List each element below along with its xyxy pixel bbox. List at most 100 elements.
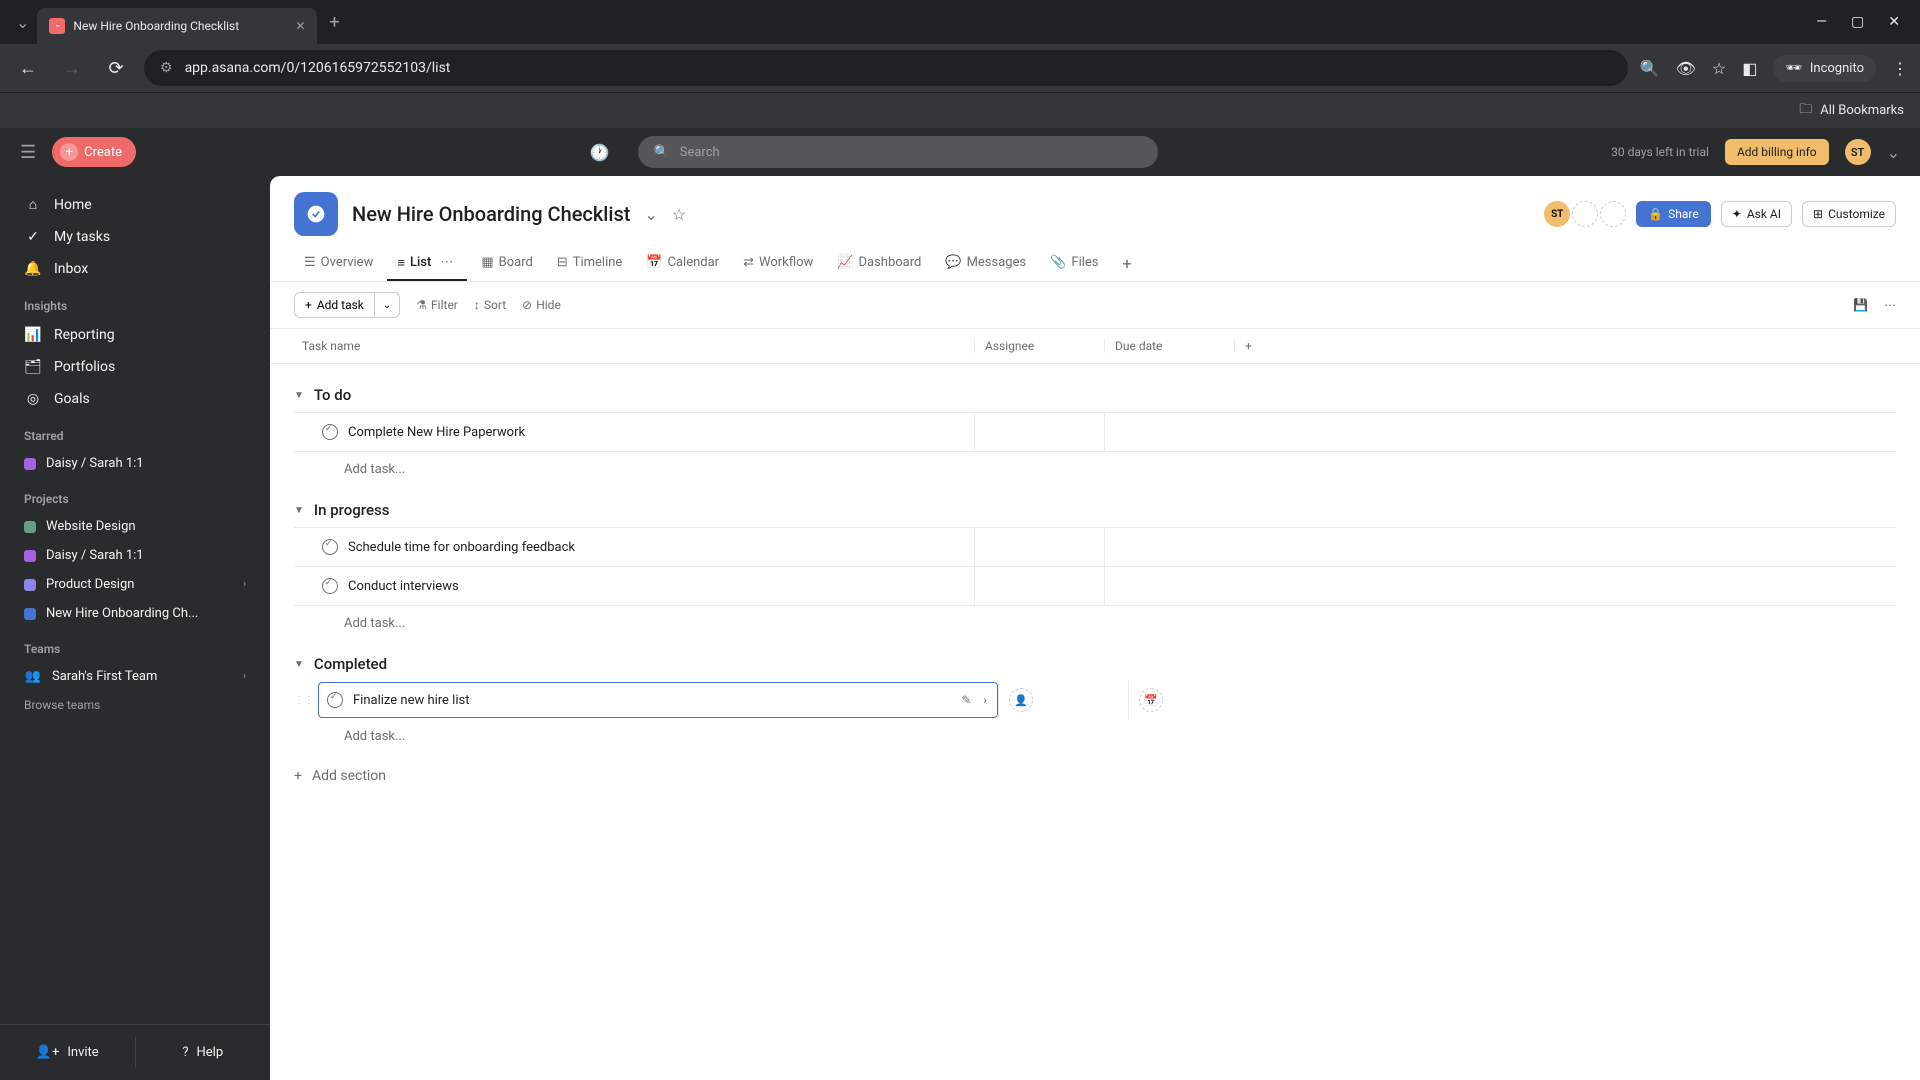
complete-task-checkbox[interactable] (327, 692, 343, 708)
task-name[interactable]: Complete New Hire Paperwork (348, 425, 525, 440)
tab-calendar[interactable]: 📅Calendar (636, 246, 729, 281)
due-date-cell[interactable] (1104, 567, 1234, 605)
invite-button[interactable]: 👤+ Invite (0, 1037, 136, 1068)
close-window-icon[interactable]: ✕ (1888, 14, 1900, 30)
add-member-placeholder[interactable] (1572, 201, 1598, 227)
hamburger-icon[interactable]: ☰ (20, 142, 36, 163)
browse-teams-link[interactable]: Browse teams (0, 691, 270, 719)
task-name[interactable]: Schedule time for onboarding feedback (348, 540, 575, 555)
project-title[interactable]: New Hire Onboarding Checklist (352, 202, 630, 226)
incognito-badge[interactable]: 🕶 Incognito (1773, 55, 1876, 82)
add-member-placeholder[interactable] (1600, 201, 1626, 227)
ask-ai-button[interactable]: ✦ Ask AI (1721, 201, 1792, 227)
section-header-todo[interactable]: ▼ To do (294, 372, 1896, 412)
forward-button[interactable]: → (56, 52, 88, 84)
add-task-row[interactable]: Add task... (294, 606, 1896, 641)
eye-off-icon[interactable]: 👁 (1676, 59, 1696, 78)
complete-task-checkbox[interactable] (322, 578, 338, 594)
star-icon[interactable]: ☆ (672, 205, 686, 224)
history-icon[interactable]: 🕐 (590, 143, 610, 162)
create-button[interactable]: + Create (52, 137, 136, 167)
tab-dashboard[interactable]: 📈Dashboard (827, 246, 931, 281)
assignee-cell[interactable]: 👤 (998, 681, 1128, 719)
bookmark-star-icon[interactable]: ☆ (1712, 59, 1726, 78)
assignee-cell[interactable] (974, 413, 1104, 451)
project-item-active[interactable]: New Hire Onboarding Ch... (0, 599, 270, 628)
add-tab-button[interactable]: + (1113, 246, 1142, 281)
billing-button[interactable]: Add billing info (1725, 139, 1829, 165)
share-button[interactable]: 🔒 Share (1636, 201, 1711, 227)
section-header-completed[interactable]: ▼ Completed (294, 641, 1896, 681)
details-chevron-icon[interactable]: › (983, 693, 987, 707)
sort-button[interactable]: ↕Sort (474, 298, 506, 312)
chevron-down-icon[interactable]: ⌄ (644, 205, 657, 224)
complete-task-checkbox[interactable] (322, 539, 338, 555)
due-date-cell[interactable]: 📅 (1128, 681, 1258, 719)
sidebar-item-home[interactable]: ⌂ Home (0, 188, 270, 221)
sidebar-item-reporting[interactable]: 📊 Reporting (0, 319, 270, 351)
tab-messages[interactable]: 💬Messages (935, 246, 1036, 281)
back-button[interactable]: ← (12, 52, 44, 84)
tab-close-icon[interactable]: ✕ (295, 19, 305, 33)
drag-handle-icon[interactable]: ⋮⋮ (294, 695, 318, 706)
sidebar-item-inbox[interactable]: 🔔 Inbox (0, 253, 270, 285)
customize-button[interactable]: ⊞ Customize (1802, 201, 1896, 227)
maximize-icon[interactable]: ▢ (1851, 14, 1864, 30)
task-name[interactable]: Conduct interviews (348, 579, 459, 594)
task-row[interactable]: Schedule time for onboarding feedback (294, 527, 1896, 567)
site-settings-icon[interactable]: ⚙ (160, 60, 173, 76)
tab-board[interactable]: ▦Board (471, 246, 543, 281)
add-task-row[interactable]: Add task... (294, 719, 1896, 754)
project-item[interactable]: Daisy / Sarah 1:1 (0, 541, 270, 570)
side-panel-icon[interactable]: ◧ (1742, 59, 1757, 78)
avatar-chevron-icon[interactable]: ⌄ (1887, 143, 1900, 162)
section-header-inprogress[interactable]: ▼ In progress (294, 487, 1896, 527)
column-task-name[interactable]: Task name (294, 339, 974, 353)
add-section-button[interactable]: + Add section (294, 754, 1896, 798)
sidebar-item-mytasks[interactable]: ✓ My tasks (0, 221, 270, 253)
assignee-cell[interactable] (974, 528, 1104, 566)
tab-workflow[interactable]: ⇄Workflow (733, 246, 823, 281)
tab-timeline[interactable]: ⊟Timeline (547, 246, 633, 281)
assignee-placeholder-icon[interactable]: 👤 (1009, 688, 1033, 712)
column-due-date[interactable]: Due date (1104, 339, 1234, 353)
minimize-icon[interactable]: ― (1816, 14, 1827, 30)
due-date-cell[interactable] (1104, 528, 1234, 566)
hide-button[interactable]: ⊘Hide (522, 298, 561, 312)
tab-files[interactable]: 📎Files (1040, 246, 1108, 281)
tab-list[interactable]: ≡List⋯ (387, 246, 467, 281)
task-name[interactable]: Finalize new hire list (353, 693, 469, 708)
project-item[interactable]: Website Design (0, 512, 270, 541)
filter-button[interactable]: ⚗Filter (416, 298, 458, 312)
edit-icon[interactable]: ✎ (961, 693, 971, 707)
sidebar-item-portfolios[interactable]: 🗂 Portfolios (0, 351, 270, 383)
search-input[interactable]: 🔍 Search (638, 136, 1158, 168)
starred-project[interactable]: Daisy / Sarah 1:1 (0, 449, 270, 478)
tab-more-icon[interactable]: ⋯ (436, 255, 457, 270)
add-task-dropdown[interactable]: ⌄ (375, 292, 400, 318)
reload-button[interactable]: ⟳ (100, 52, 132, 84)
browser-menu-icon[interactable]: ⋮ (1892, 59, 1908, 78)
task-row[interactable]: Complete New Hire Paperwork (294, 412, 1896, 452)
project-icon[interactable] (294, 192, 338, 236)
help-button[interactable]: ? Help (136, 1037, 271, 1068)
all-bookmarks-link[interactable]: All Bookmarks (1820, 103, 1904, 118)
member-avatar[interactable]: ST (1544, 201, 1570, 227)
save-view-icon[interactable]: 💾 (1853, 298, 1868, 312)
add-column-button[interactable]: + (1234, 339, 1274, 353)
sidebar-item-goals[interactable]: ◎ Goals (0, 383, 270, 415)
assignee-cell[interactable] (974, 567, 1104, 605)
task-row[interactable]: Conduct interviews (294, 567, 1896, 606)
team-item[interactable]: 👥 Sarah's First Team › (0, 662, 270, 691)
address-bar[interactable]: ⚙ app.asana.com/0/1206165972552103/list (144, 50, 1628, 86)
new-tab-button[interactable]: + (317, 12, 351, 33)
browser-tab[interactable]: New Hire Onboarding Checklist ✕ (37, 8, 317, 44)
due-date-cell[interactable] (1104, 413, 1234, 451)
user-avatar[interactable]: ST (1845, 139, 1871, 165)
tab-search-dropdown[interactable]: ⌄ (8, 13, 37, 32)
project-item[interactable]: Product Design › (0, 570, 270, 599)
complete-task-checkbox[interactable] (322, 424, 338, 440)
date-placeholder-icon[interactable]: 📅 (1139, 688, 1163, 712)
task-row-selected[interactable]: ⋮⋮ Finalize new hire list ✎ › 👤 📅 (294, 681, 1896, 719)
more-options-icon[interactable]: ⋯ (1884, 298, 1896, 312)
